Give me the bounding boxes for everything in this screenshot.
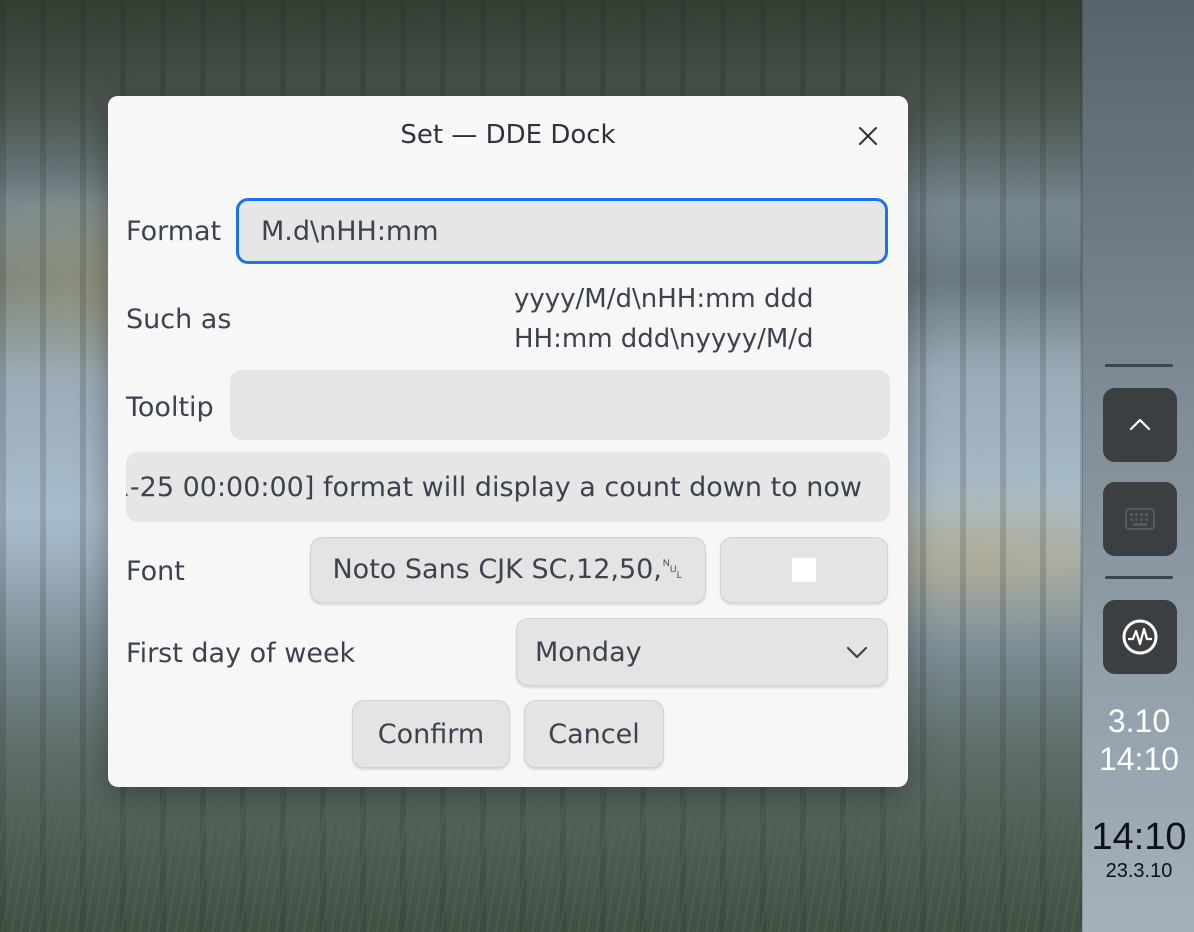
dock-separator: [1105, 576, 1173, 579]
color-swatch: [792, 558, 816, 582]
system-monitor-button[interactable]: [1103, 600, 1177, 674]
close-button[interactable]: [850, 118, 886, 154]
first-day-label: First day of week: [126, 638, 356, 669]
monitor-wave-icon: [1122, 619, 1158, 655]
datetime-time: 14:10: [1091, 816, 1187, 858]
first-day-select[interactable]: Monday: [516, 618, 888, 686]
dock-clock-plugin[interactable]: 3.10 14:10: [1083, 702, 1194, 778]
first-day-value: Monday: [535, 636, 642, 668]
tooltip-input[interactable]: [230, 370, 890, 440]
datetime-date: 23.3.10: [1105, 860, 1173, 882]
settings-dialog: Set — DDE Dock Format M.d\nHH:mm Such as…: [108, 96, 908, 787]
chevron-up-icon: [1129, 418, 1151, 431]
such-as-label: Such as: [126, 304, 232, 335]
dock-separator: [1105, 364, 1173, 367]
dialog-title: Set — DDE Dock: [400, 120, 616, 150]
font-picker-button[interactable]: Noto Sans CJK SC,12,50,␀: [310, 537, 706, 603]
countdown-hint-text: )1-25 00:00:00] format will display a co…: [126, 471, 862, 503]
keyboard-tray-button[interactable]: [1103, 482, 1177, 556]
chevron-down-icon: [846, 646, 868, 659]
countdown-hint-field[interactable]: )1-25 00:00:00] format will display a co…: [126, 452, 890, 522]
tooltip-label: Tooltip: [126, 392, 214, 423]
cancel-button[interactable]: Cancel: [524, 700, 664, 768]
confirm-button[interactable]: Confirm: [352, 700, 510, 768]
font-label: Font: [126, 556, 185, 587]
format-example-1: yyyy/M/d\nHH:mm ddd: [514, 284, 814, 314]
format-example-2: HH:mm ddd\nyyyy/M/d: [514, 324, 814, 354]
format-input[interactable]: M.d\nHH:mm: [236, 198, 888, 264]
font-picker-value: Noto Sans CJK SC,12,50,␀: [332, 554, 684, 585]
dde-dock: 3.10 14:10 14:10 23.3.10: [1082, 0, 1194, 932]
clock-date: 3.10: [1107, 703, 1171, 739]
format-label: Format: [126, 216, 222, 247]
format-input-value: M.d\nHH:mm: [261, 215, 439, 247]
clock-time: 14:10: [1098, 741, 1180, 777]
show-tray-button[interactable]: [1103, 388, 1177, 462]
dialog-titlebar: Set — DDE Dock: [108, 96, 908, 176]
keyboard-icon: [1125, 508, 1155, 530]
dock-datetime-plugin[interactable]: 14:10 23.3.10: [1083, 814, 1194, 882]
close-icon: [859, 127, 877, 145]
font-color-button[interactable]: [720, 537, 888, 603]
